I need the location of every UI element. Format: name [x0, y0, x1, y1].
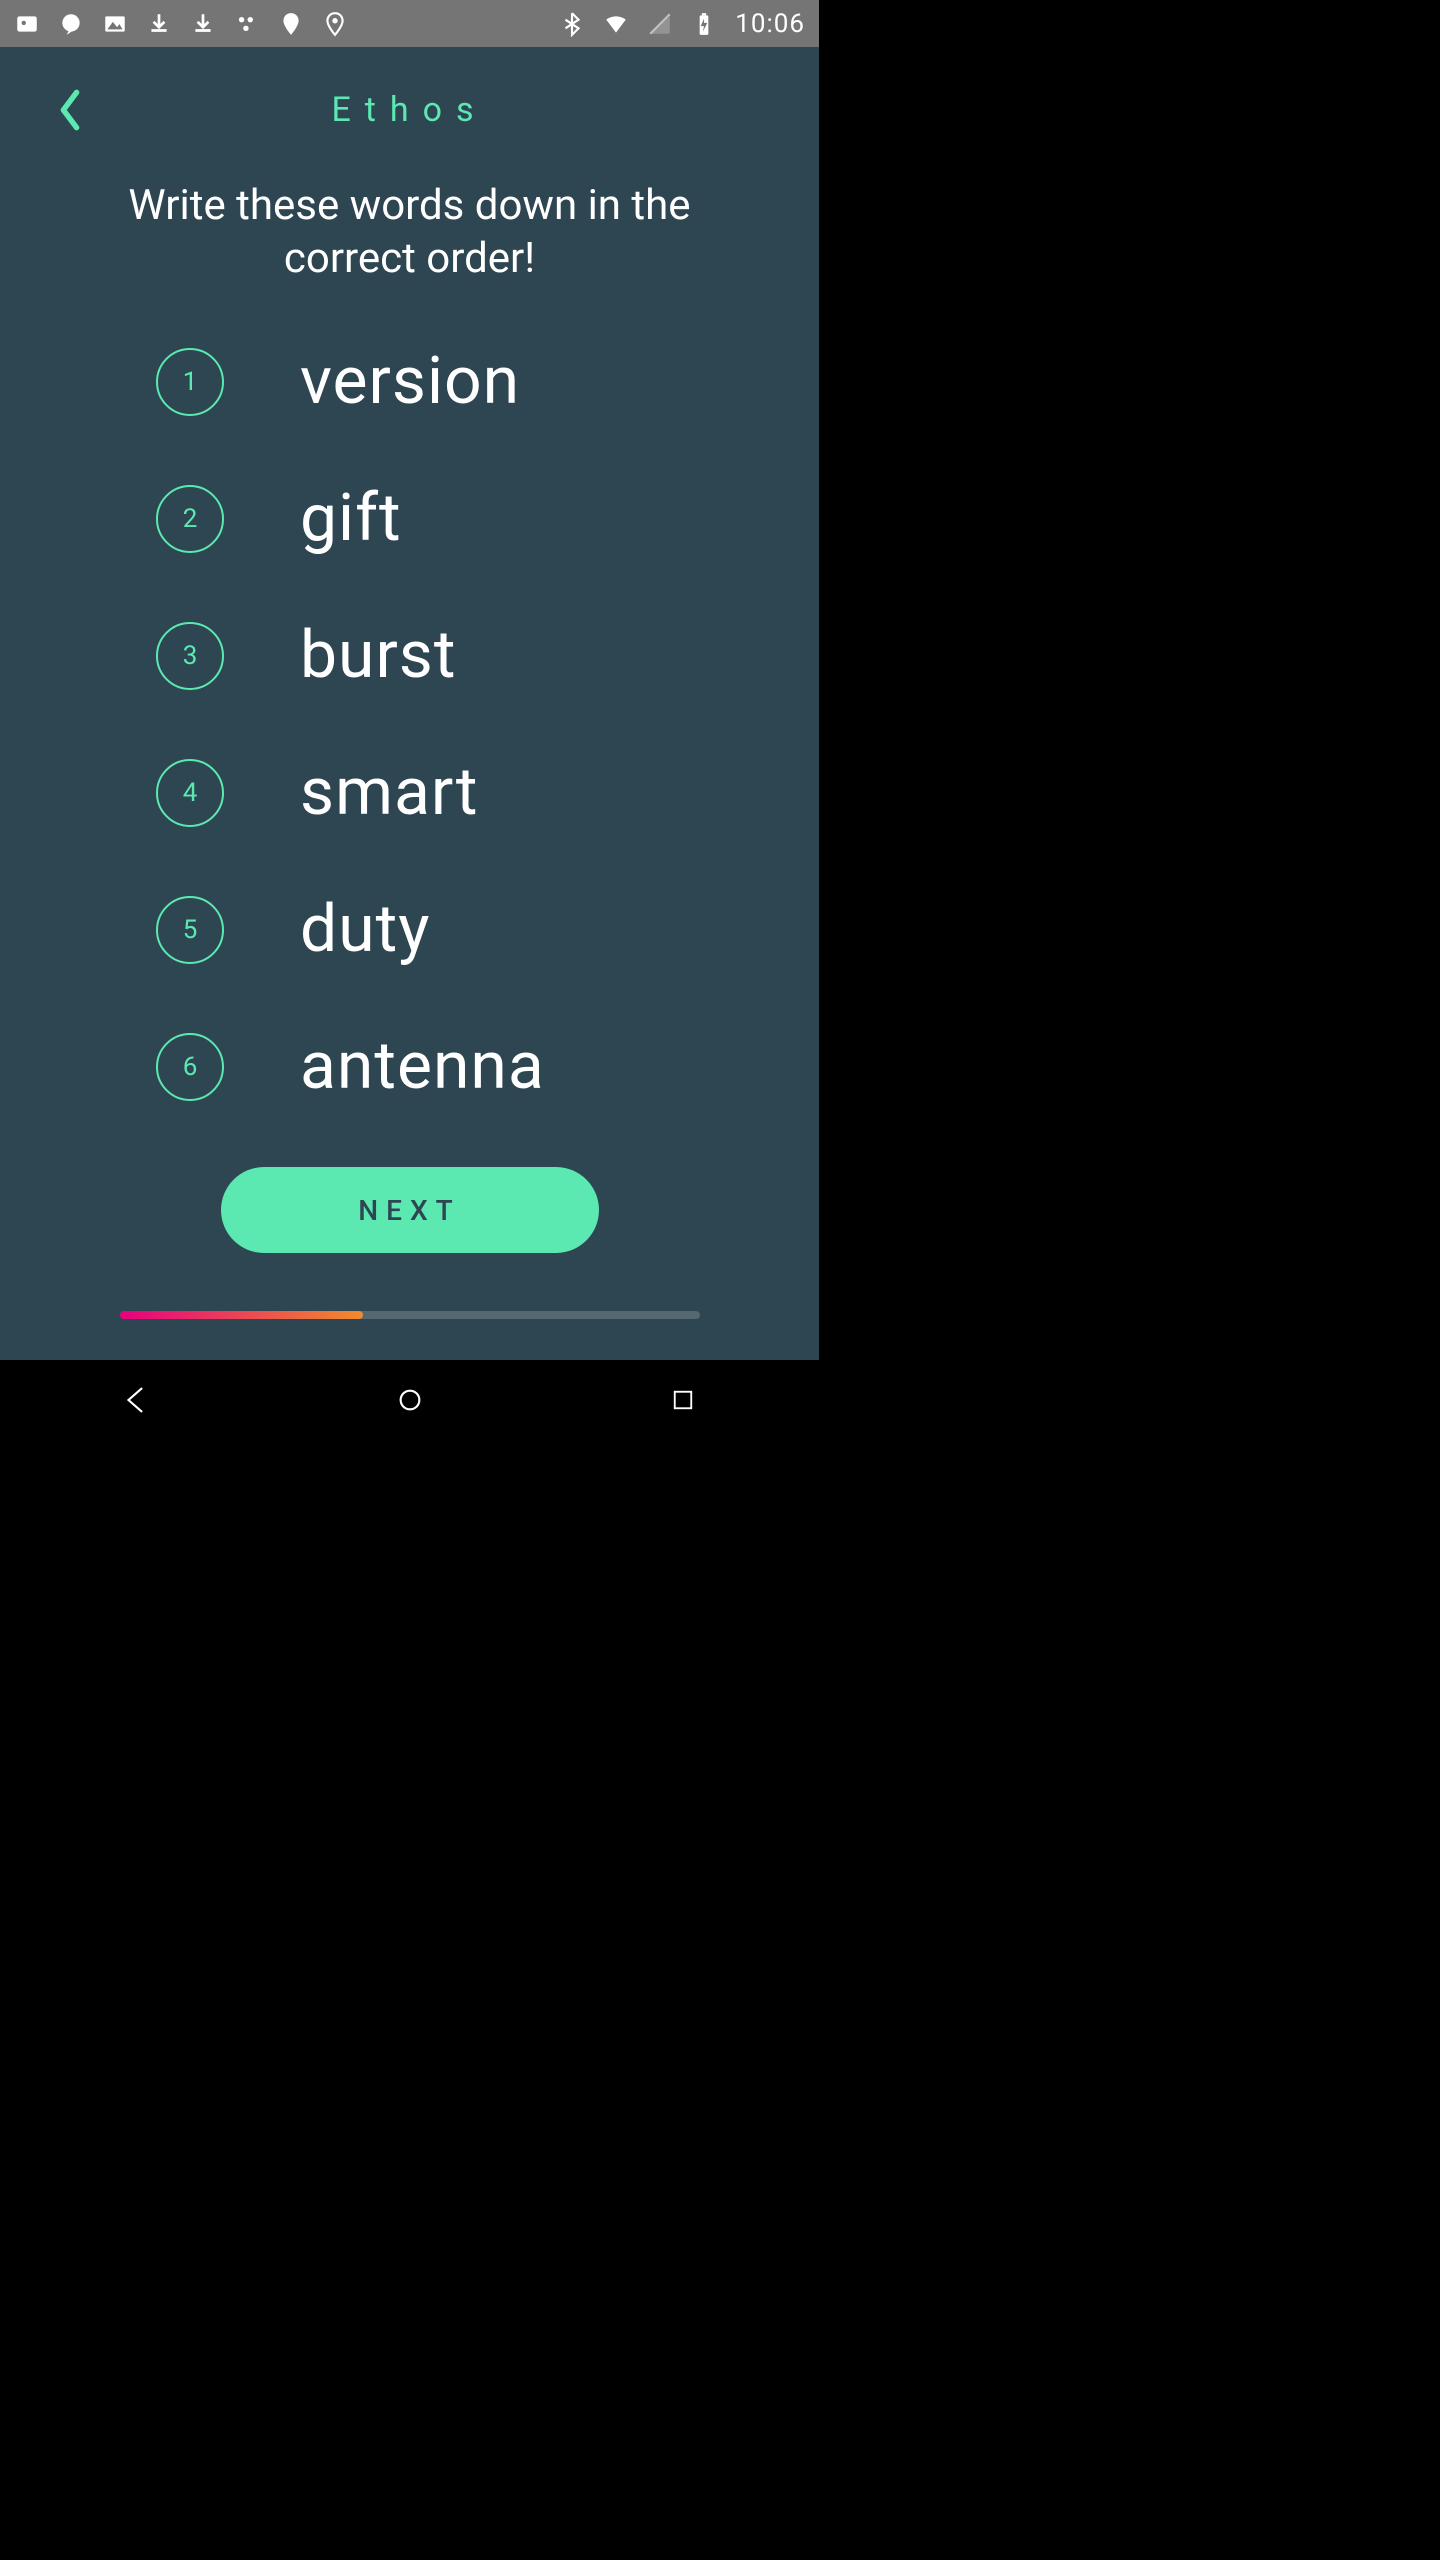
android-status-bar: 10:06: [0, 0, 819, 47]
seed-word-number: 1: [156, 348, 224, 416]
seed-word-text: antenna: [300, 1028, 545, 1105]
nav-home-button[interactable]: [385, 1375, 435, 1425]
nav-back-button[interactable]: [112, 1375, 162, 1425]
seed-word-row: 3 burst: [156, 617, 819, 694]
next-button[interactable]: NEXT: [221, 1167, 599, 1253]
seed-words-list: 1 version 2 gift 3 burst 4 smart 5 duty …: [0, 343, 819, 1105]
status-right-icons: 10:06: [559, 9, 805, 39]
wifi-icon: [603, 11, 629, 37]
seed-word-row: 5 duty: [156, 891, 819, 968]
no-sim-icon: [647, 11, 673, 37]
seed-word-number: 5: [156, 896, 224, 964]
maps-pin-icon: [278, 11, 304, 37]
app-title: Ethos: [331, 90, 487, 130]
seed-word-number: 4: [156, 759, 224, 827]
bluetooth-icon: [559, 11, 585, 37]
location-pin-icon: [322, 11, 348, 37]
status-time: 10:06: [735, 9, 805, 39]
chevron-left-icon: [56, 88, 84, 132]
seed-word-number: 3: [156, 622, 224, 690]
nav-recent-button[interactable]: [658, 1375, 708, 1425]
image-icon: [102, 11, 128, 37]
seed-word-number: 6: [156, 1033, 224, 1101]
seed-word-row: 6 antenna: [156, 1028, 819, 1105]
dots-icon: [234, 11, 260, 37]
back-button[interactable]: [40, 80, 100, 140]
seed-word-text: smart: [300, 754, 478, 831]
seed-word-row: 1 version: [156, 343, 819, 420]
progress-fill: [120, 1311, 364, 1319]
seed-word-text: gift: [300, 480, 402, 557]
download-icon: [146, 11, 172, 37]
seed-word-text: duty: [300, 891, 430, 968]
seed-word-text: version: [300, 343, 520, 420]
battery-charging-icon: [691, 11, 717, 37]
seed-word-text: burst: [300, 617, 456, 694]
download-icon: [190, 11, 216, 37]
app-screen: Ethos Write these words down in the corr…: [0, 47, 819, 1360]
seed-word-number: 2: [156, 485, 224, 553]
seed-word-row: 2 gift: [156, 480, 819, 557]
contact-card-icon: [14, 11, 40, 37]
top-bar: Ethos: [0, 47, 819, 172]
chat-bubble-icon: [58, 11, 84, 37]
android-nav-bar: [0, 1360, 819, 1440]
status-left-icons: [14, 11, 348, 37]
progress-bar: [120, 1311, 700, 1319]
instruction-text: Write these words down in the correct or…: [0, 180, 819, 285]
seed-word-row: 4 smart: [156, 754, 819, 831]
